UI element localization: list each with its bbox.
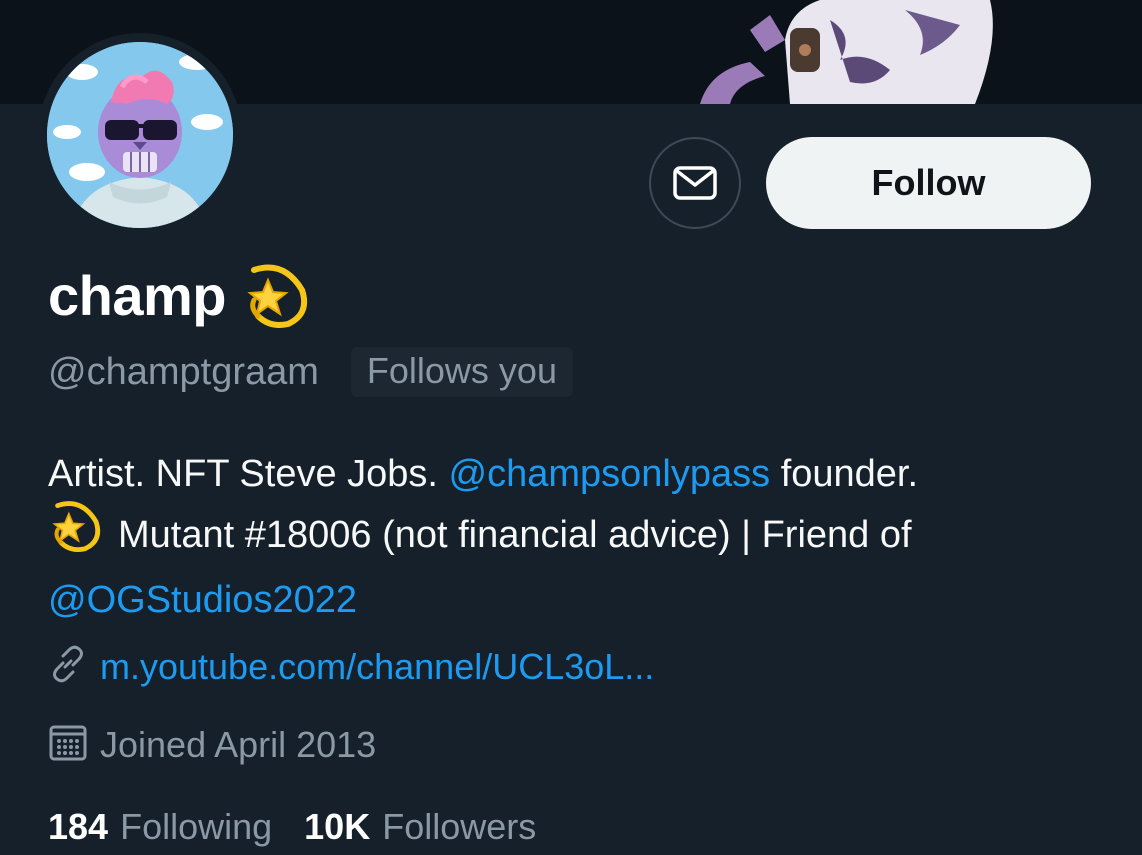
banner-image [700,0,993,104]
follow-button[interactable]: Follow [766,137,1091,229]
display-name: champ [48,264,227,327]
profile-handle: @champtgraam [48,350,319,393]
message-button[interactable] [649,137,741,229]
following-label: Following [120,806,273,847]
followers-stat[interactable]: 10K Followers [304,806,536,848]
following-stat[interactable]: 184 Following [48,806,272,848]
handle-row: @champtgraam Follows you [48,347,573,397]
avatar-image [47,42,233,228]
follow-stats: 184 Following 10K Followers [48,806,568,848]
dizzy-icon [244,258,310,333]
followers-label: Followers [382,806,537,847]
bio-text: Mutant #18006 (not financial advice) | F… [118,514,912,557]
following-count: 184 [48,806,109,847]
joined-row: Joined April 2013 [48,722,376,767]
profile-bio: Artist. NFT Steve Jobs. @champsonlypass … [48,444,1118,630]
followers-count: 10K [304,806,371,847]
dizzy-icon [48,496,104,570]
bio-line-3: @OGStudios2022 [48,570,1118,630]
name-row: champ [48,258,310,333]
link-icon [48,644,88,689]
website-link[interactable]: m.youtube.com/channel/UCL3oL... [100,646,654,688]
envelope-icon [673,166,717,200]
bio-line-2: Mutant #18006 (not financial advice) | F… [48,501,1118,570]
calendar-icon [48,722,88,767]
mention-link[interactable]: @OGStudios2022 [48,579,357,621]
joined-date: Joined April 2013 [100,723,377,765]
bio-text: Artist. NFT Steve Jobs. [48,453,449,495]
follows-you-badge: Follows you [350,347,573,397]
bio-line-1: Artist. NFT Steve Jobs. @champsonlypass … [48,444,1118,504]
bio-text: founder. [770,453,919,495]
avatar[interactable] [47,42,233,228]
mention-link[interactable]: @champsonlypass [449,453,771,495]
website-row: m.youtube.com/channel/UCL3oL... [48,644,654,689]
